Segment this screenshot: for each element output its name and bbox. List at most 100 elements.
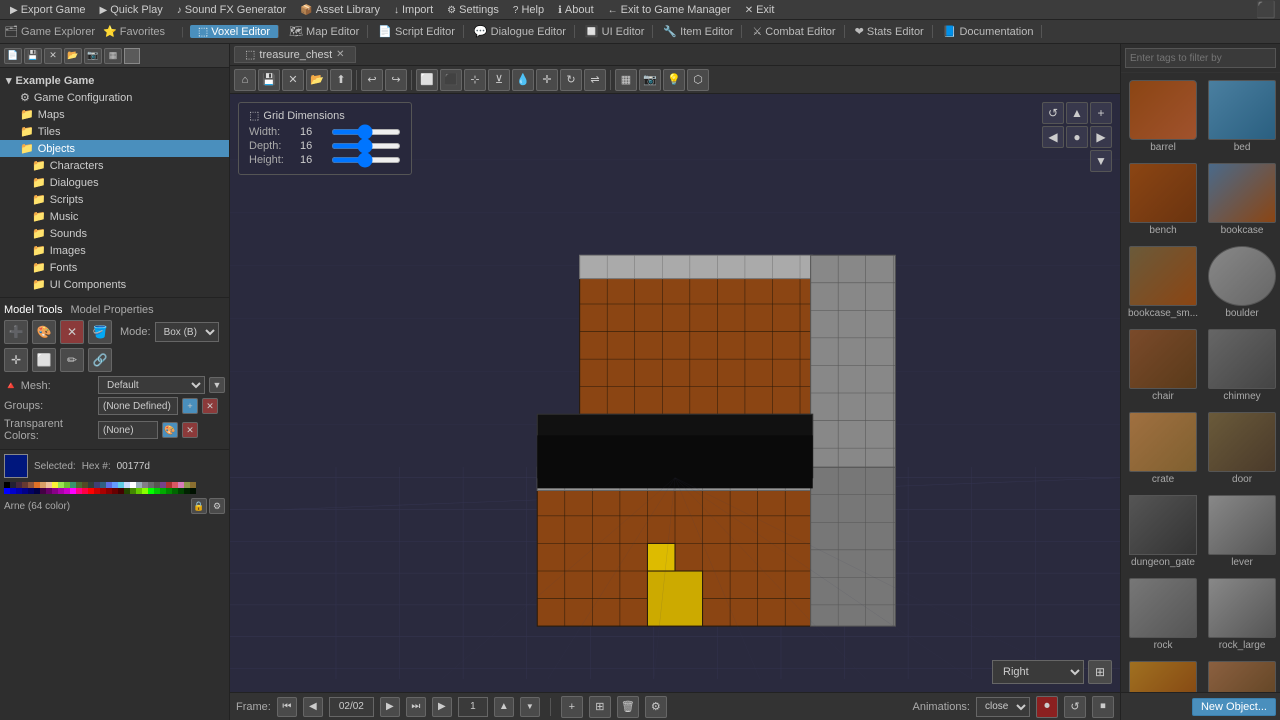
erase-btn[interactable]: ✕ bbox=[60, 320, 84, 344]
asset-item-bench[interactable]: bench bbox=[1125, 160, 1201, 239]
mesh-select[interactable]: Default bbox=[98, 376, 205, 394]
tab-combat-editor[interactable]: ⚔ Combat Editor bbox=[744, 25, 844, 38]
new-file-btn[interactable]: 📄 bbox=[4, 48, 22, 64]
anim-delete-frame-btn[interactable]: 🗑 bbox=[617, 696, 639, 718]
asset-item-bookcase[interactable]: bookcase bbox=[1205, 160, 1279, 239]
frame-last-btn[interactable]: ⏭ bbox=[406, 697, 426, 717]
tab-ui-editor[interactable]: 🔲 UI Editor bbox=[577, 25, 654, 38]
tree-item-tiles[interactable]: 📁 Tiles bbox=[0, 123, 229, 140]
groups-add-btn[interactable]: + bbox=[182, 398, 198, 414]
model-tools-tab[interactable]: Model Tools bbox=[4, 304, 63, 316]
vp-box-outline-btn[interactable]: ⬜ bbox=[416, 69, 438, 91]
anim-stop-btn[interactable]: ⏹ bbox=[1092, 696, 1114, 718]
tree-item-ui-components[interactable]: 📁 UI Components bbox=[0, 276, 229, 293]
vp-redo-btn[interactable]: ↪ bbox=[385, 69, 407, 91]
tree-item-objects[interactable]: 📁 Objects bbox=[0, 140, 229, 157]
viewport-canvas[interactable]: ⬚ Grid Dimensions Width: 16 Depth: 16 bbox=[230, 94, 1120, 692]
groups-input[interactable] bbox=[98, 397, 178, 415]
tree-item-scripts[interactable]: 📁 Scripts bbox=[0, 191, 229, 208]
asset-item-crate[interactable]: crate bbox=[1125, 409, 1201, 488]
tab-map-editor[interactable]: 🗺 Map Editor bbox=[281, 25, 368, 38]
nav-reset-btn[interactable]: ↺ bbox=[1042, 102, 1064, 124]
frame-next-btn[interactable]: ▶ bbox=[380, 697, 400, 717]
model-properties-tab[interactable]: Model Properties bbox=[71, 304, 154, 316]
tree-item-maps[interactable]: 📁 Maps bbox=[0, 106, 229, 123]
anim-copy-frame-btn[interactable]: ⊞ bbox=[589, 696, 611, 718]
mesh-options-btn[interactable]: ▼ bbox=[209, 377, 225, 393]
palette-btn[interactable] bbox=[124, 48, 140, 64]
asset-item-lever[interactable]: lever bbox=[1205, 492, 1279, 571]
groups-remove-btn[interactable]: ✕ bbox=[202, 398, 218, 414]
menu-sound-fx[interactable]: ♪Sound FX Generator bbox=[171, 4, 293, 16]
vp-close-btn[interactable]: ✕ bbox=[282, 69, 304, 91]
frame-value[interactable] bbox=[329, 697, 374, 717]
grid-btn[interactable]: ▦ bbox=[104, 48, 122, 64]
line-btn[interactable]: ✏ bbox=[60, 348, 84, 372]
folder-btn[interactable]: 📂 bbox=[64, 48, 82, 64]
add-voxel-btn[interactable]: ➕ bbox=[4, 320, 28, 344]
vp-undo-btn[interactable]: ↩ bbox=[361, 69, 383, 91]
anim-add-frame-btn[interactable]: + bbox=[561, 696, 583, 718]
asset-item-sconce[interactable]: sconce bbox=[1125, 658, 1201, 692]
asset-item-boulder[interactable]: boulder bbox=[1205, 243, 1279, 322]
nav-zoom-in-btn[interactable]: + bbox=[1090, 102, 1112, 124]
vp-open-btn[interactable]: 📂 bbox=[306, 69, 328, 91]
vp-camera-btn[interactable]: 📷 bbox=[639, 69, 661, 91]
asset-item-rock[interactable]: rock bbox=[1125, 575, 1201, 654]
vp-grid-btn[interactable]: ▦ bbox=[615, 69, 637, 91]
nav-left-btn[interactable]: ◀ bbox=[1042, 126, 1064, 148]
save-btn[interactable]: 💾 bbox=[24, 48, 42, 64]
palette-lock-btn[interactable]: 🔒 bbox=[191, 498, 207, 514]
asset-item-chimney[interactable]: chimney bbox=[1205, 326, 1279, 405]
palette-color[interactable] bbox=[190, 488, 196, 494]
move-btn[interactable]: ✛ bbox=[4, 348, 28, 372]
asset-search-input[interactable] bbox=[1125, 48, 1276, 68]
play-btn[interactable]: ▶ bbox=[432, 697, 452, 717]
palette-settings-btn[interactable]: ⚙ bbox=[209, 498, 225, 514]
width-slider[interactable] bbox=[331, 129, 401, 135]
asset-item-sign[interactable]: sign bbox=[1205, 658, 1279, 692]
menu-about[interactable]: ℹAbout bbox=[552, 4, 600, 16]
anim-settings-btn[interactable]: ⚙ bbox=[645, 696, 667, 718]
close-btn[interactable]: ✕ bbox=[44, 48, 62, 64]
step-up-btn[interactable]: ▲ bbox=[494, 697, 514, 717]
asset-item-bed[interactable]: bed bbox=[1205, 77, 1279, 156]
window-controls[interactable]: ⬛ bbox=[1256, 0, 1276, 20]
step-input[interactable] bbox=[458, 697, 488, 717]
frame-prev-btn[interactable]: ◀ bbox=[303, 697, 323, 717]
vp-export-btn[interactable]: ⬆ bbox=[330, 69, 352, 91]
frame-first-btn[interactable]: ⏮ bbox=[277, 697, 297, 717]
vp-wireframe-btn[interactable]: ⬡ bbox=[687, 69, 709, 91]
vp-home-btn[interactable]: ⌂ bbox=[234, 69, 256, 91]
menu-exit-game-manager[interactable]: ←Exit to Game Manager bbox=[602, 4, 737, 16]
tree-item-dialogues[interactable]: 📁 Dialogues bbox=[0, 174, 229, 191]
tab-item-editor[interactable]: 🔧 Item Editor bbox=[655, 25, 742, 38]
camera-btn[interactable]: 📷 bbox=[84, 48, 102, 64]
asset-item-dungeon_gate[interactable]: dungeon_gate bbox=[1125, 492, 1201, 571]
tree-item-sounds[interactable]: 📁 Sounds bbox=[0, 225, 229, 242]
view-dropdown[interactable]: Right Left Top Bottom Front Back Perspec… bbox=[992, 660, 1084, 684]
menu-import[interactable]: ↓Import bbox=[388, 4, 439, 16]
nav-down-btn[interactable]: ▼ bbox=[1090, 150, 1112, 172]
nav-up-btn[interactable]: ▲ bbox=[1066, 102, 1088, 124]
tree-item-images[interactable]: 📁 Images bbox=[0, 242, 229, 259]
height-slider[interactable] bbox=[331, 157, 401, 163]
vp-light-btn[interactable]: 💡 bbox=[663, 69, 685, 91]
select-btn[interactable]: 🪣 bbox=[88, 320, 112, 344]
tree-item-game-config[interactable]: ⚙ Game Configuration bbox=[0, 89, 229, 106]
tree-root[interactable]: ▾ Example Game bbox=[0, 72, 229, 89]
menu-help[interactable]: ?Help bbox=[507, 4, 550, 16]
tab-stats-editor[interactable]: ❤ Stats Editor bbox=[847, 25, 933, 38]
view-grid-toggle-btn[interactable]: ⊞ bbox=[1088, 660, 1112, 684]
vp-lasso-btn[interactable]: ⊻ bbox=[488, 69, 510, 91]
tab-voxel-editor[interactable]: ⬚ Voxel Editor bbox=[190, 25, 279, 38]
asset-item-bookcase_sm...[interactable]: bookcase_sm... bbox=[1125, 243, 1201, 322]
tab-script-editor[interactable]: 📄 Script Editor bbox=[370, 25, 464, 38]
vp-save-btn[interactable]: 💾 bbox=[258, 69, 280, 91]
vp-eyedrop-btn[interactable]: 💧 bbox=[512, 69, 534, 91]
menu-quick-play[interactable]: ▶Quick Play bbox=[94, 4, 169, 16]
vp-rotate-btn[interactable]: ↻ bbox=[560, 69, 582, 91]
transparent-remove-btn[interactable]: ✕ bbox=[182, 422, 198, 438]
depth-slider[interactable] bbox=[331, 143, 401, 149]
tree-item-music[interactable]: 📁 Music bbox=[0, 208, 229, 225]
